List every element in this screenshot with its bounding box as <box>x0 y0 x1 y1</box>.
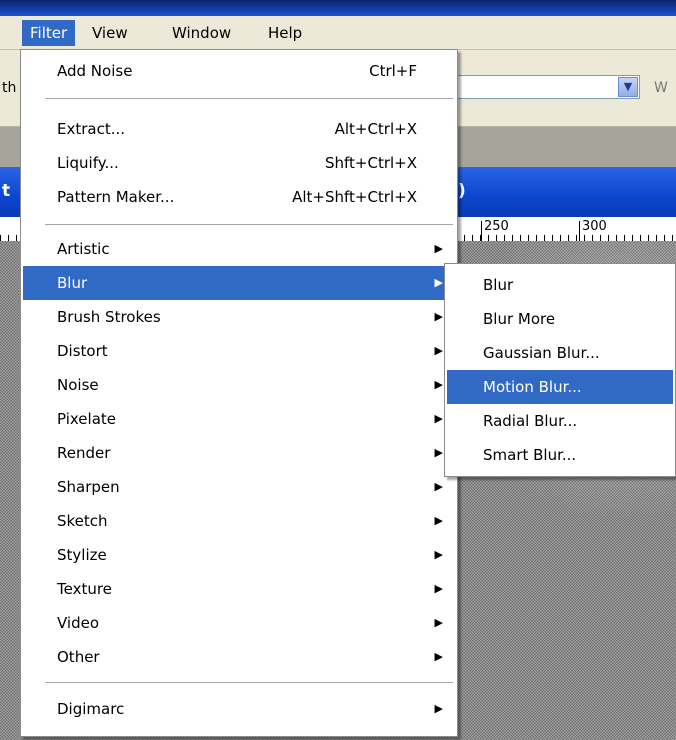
chevron-right-icon: ▶ <box>434 514 443 527</box>
menu-item-pixelate[interactable]: Pixelate ▶ <box>23 402 455 436</box>
menu-window[interactable]: Window <box>164 20 239 46</box>
submenu-item-label: Blur <box>483 276 514 294</box>
chevron-right-icon: ▶ <box>434 276 443 289</box>
menu-item-label: Pixelate <box>57 410 116 428</box>
menu-item-shortcut: Alt+Shft+Ctrl+X <box>292 188 417 206</box>
menu-item-liquify[interactable]: Liquify... Shft+Ctrl+X <box>23 146 455 180</box>
chevron-down-icon[interactable]: ▼ <box>618 77 638 97</box>
menu-item-shortcut: Ctrl+F <box>369 62 417 80</box>
blur-submenu: Blur Blur More Gaussian Blur... Motion B… <box>444 263 676 477</box>
menu-item-distort[interactable]: Distort ▶ <box>23 334 455 368</box>
menu-item-label: Add Noise <box>57 62 133 80</box>
menu-view[interactable]: View <box>84 20 136 46</box>
ruler-major-tick <box>579 221 580 241</box>
chevron-right-icon: ▶ <box>434 548 443 561</box>
ruler-label: 250 <box>484 219 509 234</box>
submenu-item-radial-blur[interactable]: Radial Blur... <box>447 404 673 438</box>
menu-item-label: Render <box>57 444 111 462</box>
options-label: th <box>2 80 17 96</box>
menu-item-label: Distort <box>57 342 108 360</box>
submenu-item-label: Gaussian Blur... <box>483 344 600 362</box>
submenu-item-blur[interactable]: Blur <box>447 268 673 302</box>
menu-item-other[interactable]: Other ▶ <box>23 640 455 674</box>
submenu-item-gaussian-blur[interactable]: Gaussian Blur... <box>447 336 673 370</box>
options-combo[interactable]: l ▼ <box>448 75 640 99</box>
menu-bar: Filter View Window Help <box>0 16 676 50</box>
menu-help[interactable]: Help <box>260 20 310 46</box>
menu-item-label: Extract... <box>57 120 126 138</box>
menu-item-label: Brush Strokes <box>57 308 161 326</box>
chevron-right-icon: ▶ <box>434 378 443 391</box>
menu-item-label: Digimarc <box>57 700 125 718</box>
document-title-suffix: ) <box>458 181 466 201</box>
menu-item-render[interactable]: Render ▶ <box>23 436 455 470</box>
menu-filter[interactable]: Filter <box>22 20 76 46</box>
menu-item-label: Sharpen <box>57 478 120 496</box>
chevron-right-icon: ▶ <box>434 412 443 425</box>
menu-item-label: Other <box>57 648 100 666</box>
submenu-item-label: Blur More <box>483 310 556 328</box>
chevron-right-icon: ▶ <box>434 650 443 663</box>
menu-item-shortcut: Alt+Ctrl+X <box>334 120 417 138</box>
submenu-item-smart-blur[interactable]: Smart Blur... <box>447 438 673 472</box>
submenu-item-label: Smart Blur... <box>483 446 577 464</box>
chevron-right-icon: ▶ <box>434 344 443 357</box>
menu-item-label: Blur <box>57 274 88 292</box>
chevron-right-icon: ▶ <box>434 582 443 595</box>
app-title-bar <box>0 0 676 16</box>
submenu-item-label: Radial Blur... <box>483 412 578 430</box>
filter-menu: Add Noise Ctrl+F Extract... Alt+Ctrl+X L… <box>20 49 458 737</box>
submenu-item-motion-blur[interactable]: Motion Blur... <box>447 370 673 404</box>
menu-item-artistic[interactable]: Artistic ▶ <box>23 232 455 266</box>
document-title: t <box>2 181 11 201</box>
chevron-right-icon: ▶ <box>434 310 443 323</box>
menu-item-label: Texture <box>57 580 112 598</box>
menu-item-sharpen[interactable]: Sharpen ▶ <box>23 470 455 504</box>
menu-item-digimarc[interactable]: Digimarc ▶ <box>23 692 455 726</box>
menu-item-add-noise[interactable]: Add Noise Ctrl+F <box>23 54 455 88</box>
menu-item-label: Liquify... <box>57 154 119 172</box>
menu-item-label: Video <box>57 614 100 632</box>
menu-item-texture[interactable]: Texture ▶ <box>23 572 455 606</box>
chevron-right-icon: ▶ <box>434 616 443 629</box>
options-label-w: W <box>654 80 668 96</box>
menu-item-sketch[interactable]: Sketch ▶ <box>23 504 455 538</box>
menu-item-shortcut: Shft+Ctrl+X <box>324 154 417 172</box>
ruler-label: 300 <box>582 219 607 234</box>
menu-item-stylize[interactable]: Stylize ▶ <box>23 538 455 572</box>
menu-item-extract[interactable]: Extract... Alt+Ctrl+X <box>23 112 455 146</box>
menu-item-label: Pattern Maker... <box>57 188 175 206</box>
chevron-right-icon: ▶ <box>434 480 443 493</box>
chevron-right-icon: ▶ <box>434 702 443 715</box>
menu-separator <box>45 98 453 100</box>
menu-item-label: Sketch <box>57 512 108 530</box>
submenu-item-blur-more[interactable]: Blur More <box>447 302 673 336</box>
menu-separator <box>45 682 453 684</box>
chevron-right-icon: ▶ <box>434 242 443 255</box>
menu-item-noise[interactable]: Noise ▶ <box>23 368 455 402</box>
menu-item-blur[interactable]: Blur ▶ <box>23 266 455 300</box>
menu-item-label: Stylize <box>57 546 107 564</box>
ruler-major-tick <box>481 221 482 241</box>
menu-item-label: Noise <box>57 376 99 394</box>
menu-separator <box>45 224 453 226</box>
menu-item-video[interactable]: Video ▶ <box>23 606 455 640</box>
chevron-right-icon: ▶ <box>434 446 443 459</box>
menu-item-pattern-maker[interactable]: Pattern Maker... Alt+Shft+Ctrl+X <box>23 180 455 214</box>
menu-item-brush-strokes[interactable]: Brush Strokes ▶ <box>23 300 455 334</box>
menu-item-label: Artistic <box>57 240 110 258</box>
submenu-item-label: Motion Blur... <box>483 378 582 396</box>
